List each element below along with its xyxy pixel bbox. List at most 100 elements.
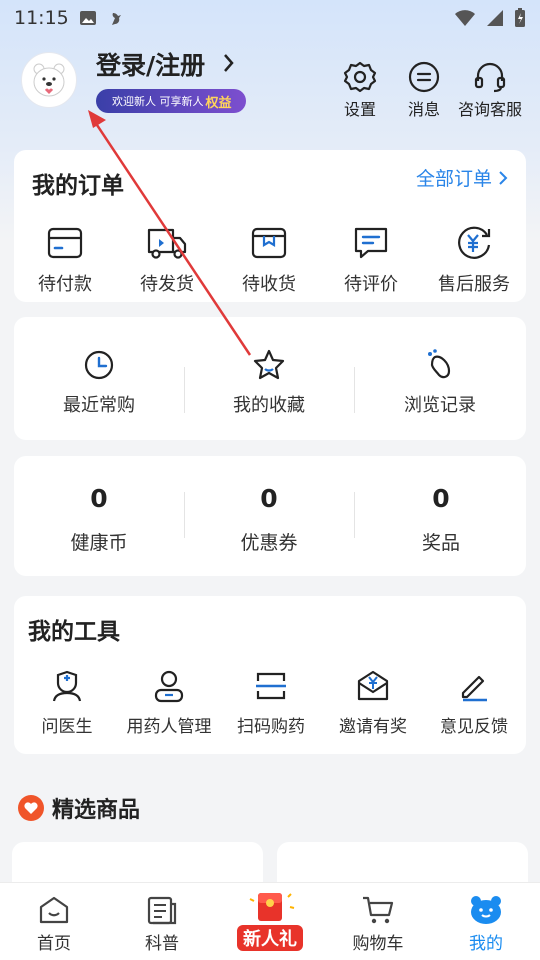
tools-row: 问医生 用药人管理 扫码购药 邀请有奖 意见反馈 xyxy=(16,668,524,737)
prizes-value: 0 xyxy=(432,484,450,513)
cart-icon xyxy=(363,896,394,924)
invite-reward-button[interactable]: 邀请有奖 xyxy=(322,668,424,737)
login-register-link[interactable]: 登录/注册 xyxy=(96,46,205,82)
feedback-icon xyxy=(461,675,487,702)
order-after-sales[interactable]: 售后服务 xyxy=(422,224,526,296)
shortcuts-row: 最近常购 我的收藏 浏览记录 xyxy=(14,347,526,417)
divider xyxy=(184,367,185,413)
footprint-icon xyxy=(428,349,451,379)
battery-icon xyxy=(515,8,525,27)
shortcut-label: 浏览记录 xyxy=(404,395,476,416)
wifi-icon xyxy=(455,10,475,26)
invite-icon xyxy=(357,670,389,701)
order-pending-review[interactable]: 待评价 xyxy=(320,224,422,296)
divider xyxy=(184,492,185,538)
clock-icon xyxy=(84,350,114,380)
comment-icon xyxy=(354,227,388,259)
tool-label: 意见反馈 xyxy=(440,717,508,737)
order-item-label: 待付款 xyxy=(38,274,92,295)
all-orders-link[interactable]: 全部订单 xyxy=(416,164,508,191)
scan-buy-button[interactable]: 扫码购药 xyxy=(220,668,322,737)
cell-signal-icon xyxy=(487,10,503,26)
polar-bear-avatar-icon xyxy=(33,63,65,97)
browse-history-button[interactable]: 浏览记录 xyxy=(354,347,526,417)
my-favorites-button[interactable]: 我的收藏 xyxy=(184,347,354,417)
newcomer-benefit-badge[interactable]: 欢迎新人 可享新人 权益 xyxy=(96,89,246,113)
order-item-label: 待评价 xyxy=(344,274,398,295)
article-icon xyxy=(147,896,177,925)
ask-doctor-button[interactable]: 问医生 xyxy=(16,668,118,737)
bird-icon xyxy=(111,13,121,25)
chevron-right-icon xyxy=(499,170,508,185)
divider xyxy=(354,367,355,413)
health-coins-label: 健康币 xyxy=(70,532,128,554)
scan-icon xyxy=(256,672,286,700)
user-icon xyxy=(154,670,184,703)
shortcut-label: 我的收藏 xyxy=(233,395,305,416)
avatar[interactable] xyxy=(21,52,77,108)
tab-label: 购物车 xyxy=(352,934,404,954)
order-item-label: 待收货 xyxy=(242,274,296,295)
package-icon xyxy=(251,227,287,259)
gear-icon xyxy=(343,61,377,93)
order-pending-receipt[interactable]: 待收货 xyxy=(218,224,320,296)
badge-text: 欢迎新人 可享新人 xyxy=(112,95,204,108)
wallet-icon xyxy=(47,227,83,259)
all-orders-label: 全部订单 xyxy=(415,168,492,190)
tool-label: 扫码购药 xyxy=(237,717,305,737)
messages-button[interactable]: 消息 xyxy=(407,60,441,120)
order-status-row: 待付款 待发货 待收货 待评价 售后服务 xyxy=(14,224,526,296)
health-coins-value: 0 xyxy=(90,484,108,513)
prizes-label: 奖品 xyxy=(421,532,460,554)
settings-button[interactable]: 设置 xyxy=(343,60,377,120)
tab-label: 科普 xyxy=(145,934,179,954)
order-pending-payment[interactable]: 待付款 xyxy=(14,224,116,296)
message-icon xyxy=(408,61,440,93)
status-time: 11:15 xyxy=(14,7,69,29)
divider xyxy=(354,492,355,538)
feedback-button[interactable]: 意见反馈 xyxy=(424,668,524,737)
tab-label: 首页 xyxy=(37,934,71,954)
tab-label: 新人礼 xyxy=(237,925,303,951)
badge-highlight: 权益 xyxy=(205,95,232,111)
home-icon xyxy=(39,896,69,924)
tab-science[interactable]: 科普 xyxy=(112,883,212,960)
settings-label: 设置 xyxy=(343,100,376,119)
yuan-refund-icon xyxy=(458,226,491,259)
order-pending-shipment[interactable]: 待发货 xyxy=(116,224,218,296)
chevron-right-icon[interactable] xyxy=(222,52,236,74)
tool-label: 问医生 xyxy=(41,717,93,737)
tools-card: 我的工具 问医生 用药人管理 扫码购药 邀请有奖 意见反馈 xyxy=(14,596,526,754)
tool-label: 用药人管理 xyxy=(126,717,212,737)
shortcut-label: 最近常购 xyxy=(63,395,135,416)
orders-card: 我的订单 全部订单 待付款 待发货 待收货 待评价 售后服务 xyxy=(14,150,526,302)
tab-home[interactable]: 首页 xyxy=(4,883,104,960)
orders-title: 我的订单 xyxy=(32,173,124,199)
shortcuts-card: 最近常购 我的收藏 浏览记录 xyxy=(14,317,526,440)
tab-mine[interactable]: 我的 xyxy=(436,883,536,960)
bear-icon xyxy=(471,896,501,924)
status-bar: 11:15 xyxy=(0,0,540,36)
headset-icon xyxy=(474,62,506,93)
customer-service-label: 咨询客服 xyxy=(458,100,523,119)
order-item-label: 售后服务 xyxy=(438,274,510,295)
tool-label: 邀请有奖 xyxy=(339,717,407,737)
tab-label: 我的 xyxy=(469,934,503,954)
customer-service-button[interactable]: 咨询客服 xyxy=(458,60,522,120)
stats-card: 0 健康币 0 优惠券 0 奖品 xyxy=(14,456,526,576)
truck-icon xyxy=(147,228,187,259)
star-icon xyxy=(253,349,285,380)
coupons-label: 优惠券 xyxy=(240,532,298,554)
tools-title: 我的工具 xyxy=(28,619,120,645)
order-item-label: 待发货 xyxy=(140,274,194,295)
heart-badge-icon xyxy=(18,795,44,821)
gift-icon xyxy=(249,893,295,921)
doctor-icon xyxy=(52,670,82,702)
medication-users-button[interactable]: 用药人管理 xyxy=(118,668,220,737)
tab-newcomer-gift[interactable]: 新人礼 xyxy=(220,883,320,960)
messages-label: 消息 xyxy=(407,100,440,119)
image-icon xyxy=(79,11,96,25)
recent-purchases-button[interactable]: 最近常购 xyxy=(14,347,184,417)
bottom-tab-bar: 首页 科普 新人礼 购物车 我的 xyxy=(0,882,540,960)
tab-cart[interactable]: 购物车 xyxy=(328,883,428,960)
